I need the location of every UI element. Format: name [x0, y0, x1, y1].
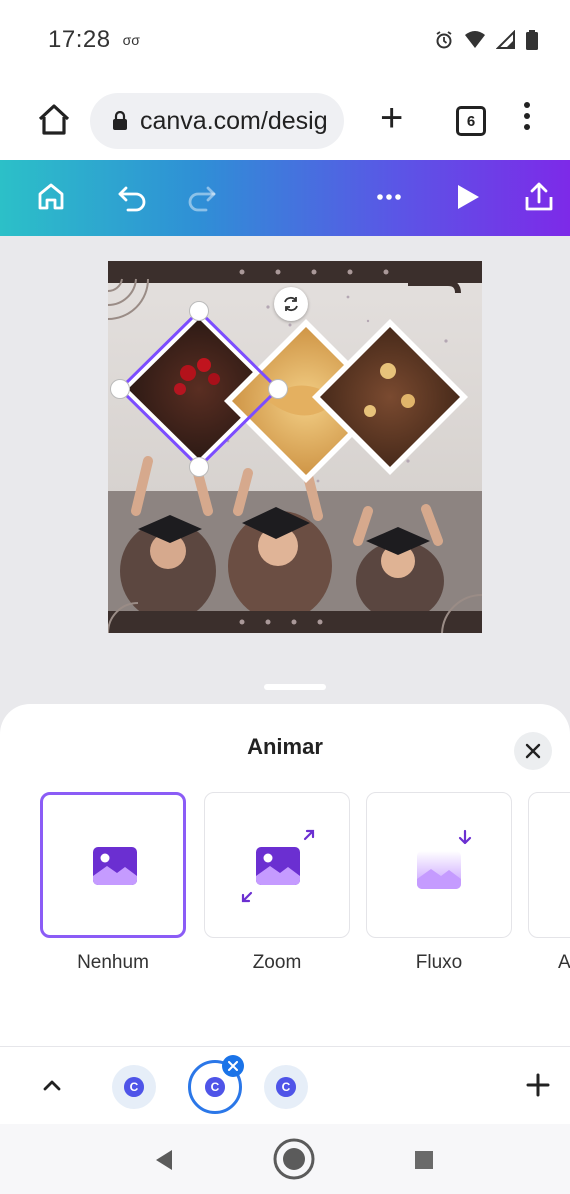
canva-favicon-icon: C [124, 1077, 144, 1097]
lock-icon [113, 111, 127, 130]
svg-text:C: C [282, 1080, 291, 1094]
resize-handle[interactable] [268, 379, 288, 399]
close-icon [525, 743, 541, 759]
animation-option-fluxo[interactable] [366, 792, 512, 938]
design-canvas[interactable] [108, 261, 482, 633]
panel-title: Animar [247, 734, 323, 759]
browser-toolbar: canva.com/desig + 6 [0, 80, 570, 160]
svg-text:C: C [211, 1080, 220, 1094]
sheet-drag-handle[interactable] [264, 684, 326, 690]
chevron-up-icon[interactable] [42, 1077, 62, 1093]
animation-option-partial[interactable] [528, 792, 570, 938]
tab-switcher-button[interactable]: 6 [456, 106, 486, 136]
browser-menu-button[interactable] [524, 102, 530, 130]
animation-label: Nenhum [77, 952, 149, 973]
screen: 17:28 σσ canva.com/desig + 6 Animar Nenh… [0, 0, 570, 1194]
rotate-handle[interactable] [274, 287, 308, 321]
editor-workspace [0, 236, 570, 706]
rotate-icon [284, 296, 298, 312]
close-tab-button[interactable] [222, 1055, 244, 1077]
tab-thumbnail[interactable]: C [112, 1065, 156, 1109]
system-nav-bar [0, 1124, 570, 1194]
svg-text:C: C [130, 1080, 139, 1094]
signal-icon [496, 30, 515, 49]
battery-icon [526, 30, 538, 50]
wifi-icon [465, 31, 485, 48]
resize-handle[interactable] [110, 379, 130, 399]
alarm-icon [436, 31, 452, 49]
status-bar: 17:28 σσ [0, 0, 570, 80]
animate-panel: Animar Nenhum Zoom Fluxo A [0, 704, 570, 1046]
home-icon[interactable] [36, 102, 72, 138]
status-icons [434, 30, 538, 50]
voicemail-icon: σσ [122, 32, 140, 48]
animation-label: A [558, 952, 570, 973]
new-tab-button[interactable]: + [380, 98, 403, 138]
play-icon[interactable] [450, 180, 484, 214]
url-text: canva.com/desig [140, 106, 328, 135]
share-icon[interactable] [522, 180, 556, 214]
close-button[interactable] [514, 732, 552, 770]
resize-handle[interactable] [189, 457, 209, 477]
undo-icon[interactable] [116, 180, 150, 214]
animation-label: Fluxo [415, 952, 463, 973]
clock: 17:28 [48, 26, 111, 53]
close-icon [228, 1061, 238, 1071]
canva-favicon-icon: C [276, 1077, 296, 1097]
home-nav-icon[interactable] [272, 1137, 316, 1181]
flow-image-icon [417, 829, 472, 889]
animation-option-zoom[interactable] [204, 792, 350, 938]
canva-toolbar [0, 160, 570, 236]
more-icon[interactable] [372, 180, 406, 214]
tab-strip: C C C [0, 1046, 570, 1124]
home-icon[interactable] [34, 180, 68, 214]
back-icon[interactable] [152, 1148, 174, 1172]
address-bar[interactable]: canva.com/desig [90, 93, 344, 149]
canva-favicon-icon: C [205, 1077, 225, 1097]
tab-thumbnail[interactable]: C [264, 1065, 308, 1109]
plus-icon[interactable] [526, 1073, 550, 1097]
redo-icon[interactable] [184, 180, 218, 214]
animation-label: Zoom [252, 952, 302, 973]
resize-handle[interactable] [189, 301, 209, 321]
image-icon [93, 847, 137, 885]
recents-icon[interactable] [414, 1150, 434, 1170]
animation-option-nenhum[interactable] [40, 792, 186, 938]
zoom-image-icon [241, 829, 315, 903]
